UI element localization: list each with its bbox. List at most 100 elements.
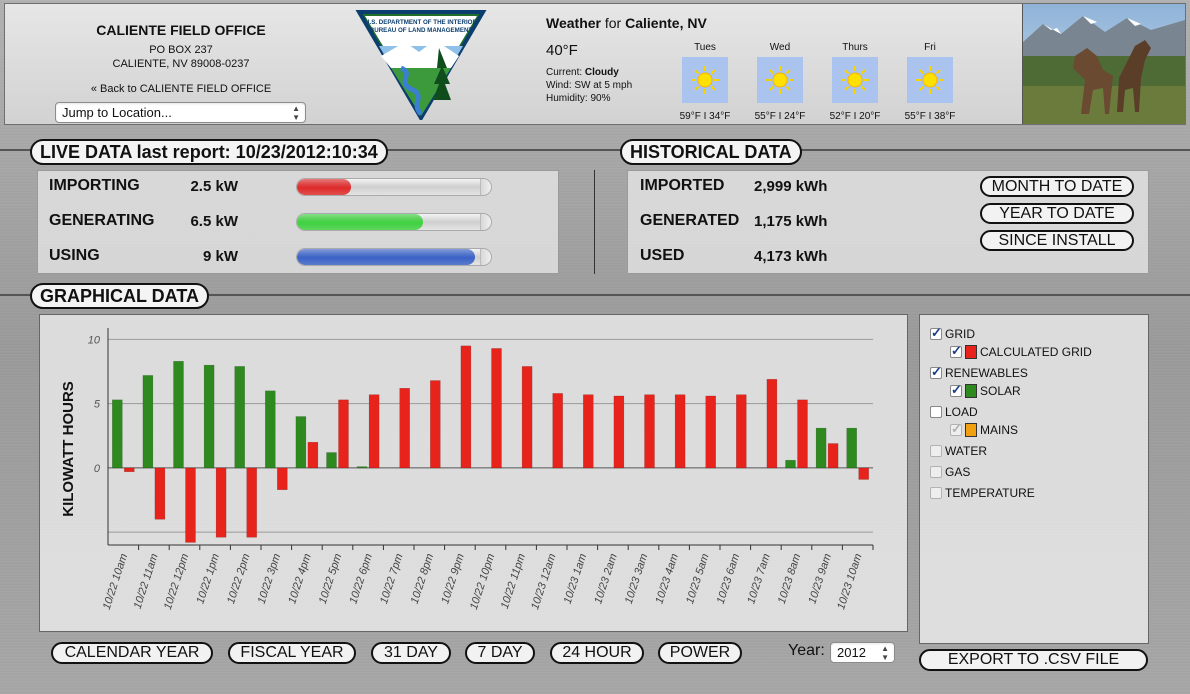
legend-label: TEMPERATURE: [945, 486, 1035, 500]
legend-label: GAS: [945, 465, 971, 479]
forecast-day-temps: 52°F I 20°F: [829, 111, 881, 122]
logo-line-2: BUREAU OF LAND MANAGEMENT: [370, 27, 473, 34]
bar-calculated-grid: [736, 394, 747, 469]
export-csv-button[interactable]: EXPORT TO .CSV FILE: [919, 649, 1148, 671]
y-tick-label: 0: [94, 463, 101, 475]
bar-calculated-grid: [797, 399, 808, 469]
bar-calculated-grid: [307, 441, 319, 469]
bar-solar: [173, 361, 184, 469]
forecast-day-name: Fri: [924, 42, 936, 53]
forecast-day-temps: 55°F I 38°F: [904, 111, 956, 122]
fiscal-year-button[interactable]: FISCAL YEAR: [228, 642, 356, 664]
year-select[interactable]: 2012 ▲ ▼: [830, 642, 895, 663]
7-day-button[interactable]: 7 DAY: [465, 642, 535, 664]
live-level-bar: [296, 213, 492, 231]
y-tick-label: 5: [94, 399, 101, 411]
live-bar-cap: [480, 214, 491, 230]
legend-checkbox[interactable]: [930, 364, 942, 380]
x-tick-label: 10/22 10am: [101, 552, 130, 611]
legend-checkbox[interactable]: [930, 445, 942, 457]
x-tick-label: 10/22 3pm: [256, 552, 283, 605]
weather-location: Caliente, NV: [625, 15, 707, 31]
live-level-fill: [297, 179, 352, 195]
forecast-day: Fri 55°F I 38°F: [898, 42, 962, 122]
weather-current: Current: Cloudy: [546, 67, 619, 78]
legend-checkbox[interactable]: [930, 406, 942, 418]
year-select-arrows-icon: ▲ ▼: [881, 644, 889, 662]
bar-solar: [815, 427, 827, 469]
x-tick-label: 10/23 12am: [529, 552, 558, 611]
energy-bar-chart: 0510KILOWATT HOURS10/22 10am 10/22 11am 10…: [60, 328, 874, 611]
x-tick-label: 10/22 8pm: [409, 552, 436, 605]
bar-calculated-grid: [674, 394, 686, 469]
x-tick-label: 10/23 9am: [806, 552, 833, 605]
year-to-date-button[interactable]: YEAR TO DATE: [980, 203, 1134, 224]
month-to-date-button[interactable]: MONTH TO DATE: [980, 176, 1134, 197]
office-address-2: CALIENTE, NV 89008-0237: [112, 58, 250, 70]
legend-item[interactable]: TEMPERATURE: [930, 486, 1035, 500]
bar-calculated-grid: [521, 366, 533, 469]
legend-checkbox[interactable]: [950, 382, 962, 398]
bar-calculated-grid: [766, 379, 778, 469]
bar-calculated-grid: [491, 348, 502, 469]
x-tick-label: 10/22 5pm: [317, 552, 344, 605]
legend-item[interactable]: GAS: [930, 465, 970, 479]
31-day-button[interactable]: 31 DAY: [371, 642, 451, 664]
legend-checkbox[interactable]: [950, 343, 962, 359]
legend-item[interactable]: MAINS: [950, 421, 1018, 437]
x-tick-label: 10/22 1pm: [194, 552, 221, 605]
x-tick-label: 10/23 3am: [623, 552, 650, 605]
live-level-fill: [297, 214, 424, 230]
back-link[interactable]: « Back to CALIENTE FIELD OFFICE: [65, 83, 297, 95]
historical-row-value: 2,999 kWh: [754, 178, 828, 195]
bar-solar: [356, 466, 368, 469]
bar-calculated-grid: [644, 394, 655, 469]
legend-item[interactable]: LOAD: [930, 405, 978, 419]
legend-item[interactable]: GRID: [930, 325, 975, 341]
panel-separator: [594, 170, 595, 274]
forecast-day-temps: 55°F I 24°F: [754, 111, 806, 122]
24-hour-button[interactable]: 24 HOUR: [550, 642, 644, 664]
legend-checkbox[interactable]: [930, 487, 942, 499]
live-data-title: LIVE DATA last report: 10/23/2012:10:34: [30, 139, 388, 165]
bar-solar: [265, 390, 276, 469]
bar-solar: [112, 399, 123, 469]
bar-calculated-grid: [368, 394, 380, 469]
forecast-day: Wed 55°F I 24°F: [748, 42, 812, 122]
legend-checkbox[interactable]: [950, 421, 962, 437]
legend-checkbox[interactable]: [930, 466, 942, 478]
x-tick-label: 10/22 4pm: [286, 552, 313, 605]
legend-item[interactable]: WATER: [930, 444, 987, 458]
x-tick-label: 10/22 7pm: [378, 552, 405, 605]
header-panel: CALIENTE FIELD OFFICE PO BOX 237 CALIENT…: [4, 3, 1186, 125]
live-bar-cap: [480, 249, 491, 265]
legend-item[interactable]: SOLAR: [950, 382, 1021, 398]
legend-swatch: [965, 345, 977, 359]
sun-icon: [682, 57, 728, 103]
forecast-day-temps: 59°F I 34°F: [679, 111, 731, 122]
y-axis-label: KILOWATT HOURS: [60, 381, 77, 517]
bar-calculated-grid: [215, 467, 227, 538]
forecast-day-name: Tues: [694, 42, 716, 53]
legend-item[interactable]: RENEWABLES: [930, 364, 1028, 380]
chart-panel: 0 5 10 KILOWATT HOURS 10/22 10am 10/22 11am 10…: [39, 314, 908, 632]
calendar-year-button[interactable]: CALENDAR YEAR: [51, 642, 213, 664]
bar-calculated-grid: [430, 380, 441, 469]
bar-calculated-grid: [399, 387, 410, 469]
legend-checkbox[interactable]: [930, 325, 942, 341]
live-level-fill: [297, 249, 476, 265]
bar-solar: [846, 427, 857, 469]
bar-calculated-grid: [338, 399, 349, 469]
power-button[interactable]: POWER: [658, 642, 742, 664]
x-tick-label: 10/22 6pm: [347, 552, 374, 605]
x-tick-label: 10/22 9pm: [439, 552, 466, 605]
bar-calculated-grid: [277, 467, 288, 491]
historical-row-label: IMPORTED: [640, 177, 725, 194]
legend-item[interactable]: CALCULATED GRID: [950, 343, 1092, 359]
x-tick-label: 10/22 11pm: [499, 552, 528, 610]
jump-to-location-select[interactable]: Jump to Location... ▲ ▼: [55, 102, 306, 123]
since-install-button[interactable]: SINCE INSTALL: [980, 230, 1134, 251]
bar-calculated-grid: [613, 395, 625, 469]
bar-calculated-grid: [583, 394, 594, 469]
x-tick-label: 10/22 10pm: [468, 552, 497, 611]
